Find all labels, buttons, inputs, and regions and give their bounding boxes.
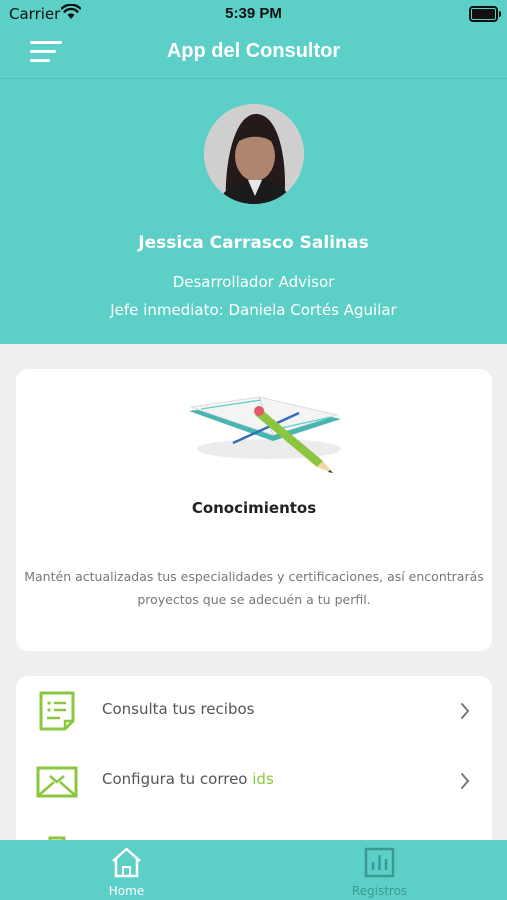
menu-item-label: Consulta tus recibos: [102, 700, 255, 718]
card-title: Conocimientos: [191, 499, 317, 517]
notebook-pencil-icon: [189, 396, 341, 473]
tab-home[interactable]: Home: [0, 840, 253, 900]
knowledge-card[interactable]: Conocimientos Mantén actualizadas tus es…: [16, 369, 492, 651]
receipt-icon: [39, 691, 75, 731]
tab-bar: Home Registros: [0, 840, 507, 900]
avatar-photo: [204, 104, 304, 204]
profile-header: Jessica Carrasco Salinas Desarrollador A…: [0, 79, 507, 344]
tab-registros-label: Registros: [351, 884, 408, 898]
avatar[interactable]: [204, 104, 304, 204]
mail-icon: [36, 766, 78, 798]
chart-icon: [364, 847, 395, 878]
clock: 5:39 PM: [225, 5, 282, 22]
menu-item-label-accent: ids: [252, 770, 274, 788]
menu-item-email[interactable]: Configura tu correo ids: [16, 746, 492, 816]
app-header: App del Consultor: [0, 28, 507, 79]
profile-name: Jessica Carrasco Salinas: [138, 233, 369, 253]
tab-home-label: Home: [108, 884, 145, 898]
card-description: Mantén actualizadas tus especialidades y…: [24, 569, 484, 607]
menu-item-label-text: Configura tu correo: [102, 770, 253, 788]
chevron-right-icon: [461, 773, 470, 789]
chevron-right-icon: [461, 703, 470, 719]
page-title: App del Consultor: [166, 40, 341, 62]
menu-item-label: Configura tu correo ids: [102, 770, 274, 788]
tab-registros[interactable]: Registros: [253, 840, 506, 900]
profile-role: Desarrollador Advisor: [172, 273, 335, 291]
status-bar: Carrier 5:39 PM: [0, 0, 507, 28]
profile-manager: Jefe inmediato: Daniela Cortés Aguilar: [110, 301, 397, 319]
battery-icon: [469, 6, 501, 22]
menu-item-receipts[interactable]: Consulta tus recibos: [16, 676, 492, 746]
home-icon: [112, 847, 141, 878]
